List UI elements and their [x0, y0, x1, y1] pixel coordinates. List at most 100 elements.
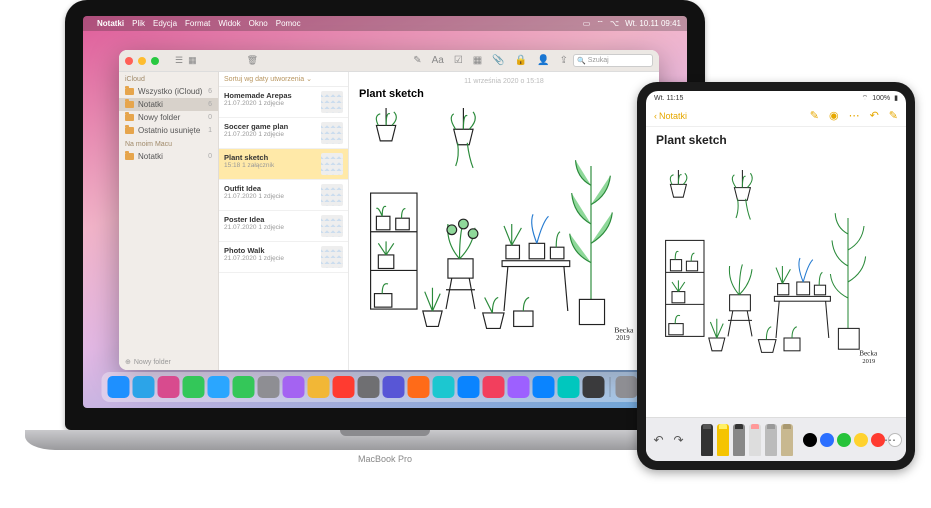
menubar-clock[interactable]: Wt. 10.11 09:41 [625, 19, 681, 28]
note-subtitle: 21.07.2020 1 zdjęcie [224, 100, 317, 107]
new-folder-label: Nowy folder [134, 359, 171, 366]
redo-button[interactable]: ↷ [671, 432, 687, 448]
back-button[interactable]: ‹ Notatki [654, 111, 687, 121]
dock-app-icon[interactable] [383, 376, 405, 398]
note-list-item[interactable]: Plant sketch15:18 1 załącznik [219, 149, 348, 180]
note-list-item[interactable]: Homemade Arepas21.07.2020 1 zdjęcie [219, 87, 348, 118]
note-title: Soccer game plan [224, 122, 317, 131]
wifi-icon[interactable]: ⌔ [596, 19, 604, 29]
markup-icon[interactable]: ✎ [810, 109, 819, 122]
ruler-tool[interactable] [781, 424, 793, 456]
menubar-item[interactable]: Widok [218, 19, 240, 28]
sidebar-item-trash[interactable]: Ostatnio usunięte 1 [119, 124, 218, 137]
menubar-item[interactable]: Format [185, 19, 210, 28]
more-icon[interactable]: ⋯ [849, 109, 860, 122]
menubar-app-name[interactable]: Notatki [97, 19, 124, 28]
sidebar-section-label: iCloud [119, 72, 218, 85]
pencil-tool[interactable] [733, 424, 745, 456]
notes-list: Sortuj wg daty utworzenia ⌄ Homemade Are… [219, 72, 349, 370]
menubar-item[interactable]: Plik [132, 19, 145, 28]
undo-button[interactable]: ↶ [651, 432, 667, 448]
window-zoom-button[interactable] [151, 57, 159, 65]
attach-icon[interactable]: 📎 [492, 55, 504, 66]
sidebar-item-new-folder[interactable]: Nowy folder 0 [119, 111, 218, 124]
dock-app-icon[interactable] [583, 376, 605, 398]
ipad-sketch-drawing: Becka 2019 [656, 151, 896, 381]
search-field[interactable]: 🔍 Szukaj [573, 54, 653, 67]
note-sketch-drawing: Becka 2019 [359, 104, 649, 344]
dock-app-icon[interactable] [458, 376, 480, 398]
dock-app-icon[interactable] [358, 376, 380, 398]
menubar-item[interactable]: Edycja [153, 19, 177, 28]
dock-app-icon[interactable] [558, 376, 580, 398]
control-center-icon[interactable]: ⌥ [610, 19, 619, 28]
sort-dropdown[interactable]: Sortuj wg daty utworzenia ⌄ [219, 72, 348, 87]
dock-app-icon[interactable] [258, 376, 280, 398]
delete-note-icon[interactable]: 🗑 [247, 55, 258, 66]
dock-app-icon[interactable] [233, 376, 255, 398]
note-list-item[interactable]: Soccer game plan21.07.2020 1 zdjęcie [219, 118, 348, 149]
dock-app-icon[interactable] [283, 376, 305, 398]
color-green[interactable] [837, 433, 851, 447]
lock-icon[interactable]: 🔒 [515, 55, 527, 66]
note-content-title: Plant sketch [359, 88, 649, 100]
note-list-item[interactable]: Photo Walk21.07.2020 1 zdjęcie [219, 242, 348, 273]
dock-app-icon[interactable] [108, 376, 130, 398]
collaborate-icon[interactable]: 👤 [537, 55, 549, 66]
dock-app-icon[interactable] [158, 376, 180, 398]
sidebar-item-count: 0 [208, 114, 212, 121]
note-subtitle: 21.07.2020 1 zdjęcie [224, 131, 317, 138]
camera-icon[interactable]: ◉ [829, 109, 839, 122]
dock-app-icon[interactable] [183, 376, 205, 398]
menubar-item[interactable]: Pomoc [276, 19, 301, 28]
battery-icon[interactable]: ▭ [583, 19, 591, 28]
sidebar-item-count: 6 [208, 88, 212, 95]
more-button[interactable]: ⋯ [882, 432, 898, 448]
dock-app-icon[interactable] [308, 376, 330, 398]
note-list-item[interactable]: Poster Idea21.07.2020 1 zdjęcie [219, 211, 348, 242]
dock-app-icon[interactable] [483, 376, 505, 398]
pen-tool[interactable] [701, 424, 713, 456]
dock-app-icon[interactable] [208, 376, 230, 398]
dock-app-icon[interactable] [433, 376, 455, 398]
dock-app-icon[interactable] [616, 376, 638, 398]
view-list-icon[interactable]: ☰ [175, 55, 183, 66]
window-close-button[interactable] [125, 57, 133, 65]
new-folder-button[interactable]: ⊕ Nowy folder [119, 354, 218, 370]
sidebar-item-notes[interactable]: Notatki 6 [119, 98, 218, 111]
lasso-tool[interactable] [765, 424, 777, 456]
dock-app-icon[interactable] [133, 376, 155, 398]
new-note-icon[interactable]: ✎ [889, 109, 898, 122]
undo-icon[interactable]: ↶ [870, 109, 879, 122]
color-yellow[interactable] [854, 433, 868, 447]
plus-icon: ⊕ [125, 358, 131, 366]
dock-app-icon[interactable] [508, 376, 530, 398]
dock-app-icon[interactable] [408, 376, 430, 398]
new-note-icon[interactable]: ✎ [413, 55, 421, 66]
note-title: Outfit Idea [224, 184, 317, 193]
sidebar-item-label: Notatki [138, 152, 163, 161]
battery-label: 100% [872, 95, 890, 102]
note-editor[interactable]: 11 września 2020 o 15:18 Plant sketch [349, 72, 659, 370]
sidebar-item-local-notes[interactable]: Notatki 0 [119, 150, 218, 163]
eraser-tool[interactable] [749, 424, 761, 456]
ipad-note-editor[interactable]: Plant sketch [646, 127, 906, 417]
color-black[interactable] [803, 433, 817, 447]
table-icon[interactable]: ▦ [473, 55, 482, 66]
back-label: Notatki [659, 111, 687, 121]
menubar-item[interactable]: Okno [249, 19, 268, 28]
checklist-icon[interactable]: ☑ [454, 55, 463, 66]
view-grid-icon[interactable]: ▦ [188, 55, 197, 66]
note-list-item[interactable]: Outfit Idea21.07.2020 1 zdjęcie [219, 180, 348, 211]
share-icon[interactable]: ⇪ [560, 55, 568, 66]
chevron-down-icon: ⌄ [306, 75, 312, 83]
sidebar-item-all-icloud[interactable]: Wszystko (iCloud) 6 [119, 85, 218, 98]
marker-tool[interactable] [717, 424, 729, 456]
dock-app-icon[interactable] [333, 376, 355, 398]
window-minimize-button[interactable] [138, 57, 146, 65]
ipad-notes-toolbar: ‹ Notatki ✎ ◉ ⋯ ↶ ✎ [646, 105, 906, 127]
format-icon[interactable]: Aa [432, 55, 444, 66]
folder-icon [125, 153, 134, 160]
color-blue[interactable] [820, 433, 834, 447]
dock-app-icon[interactable] [533, 376, 555, 398]
